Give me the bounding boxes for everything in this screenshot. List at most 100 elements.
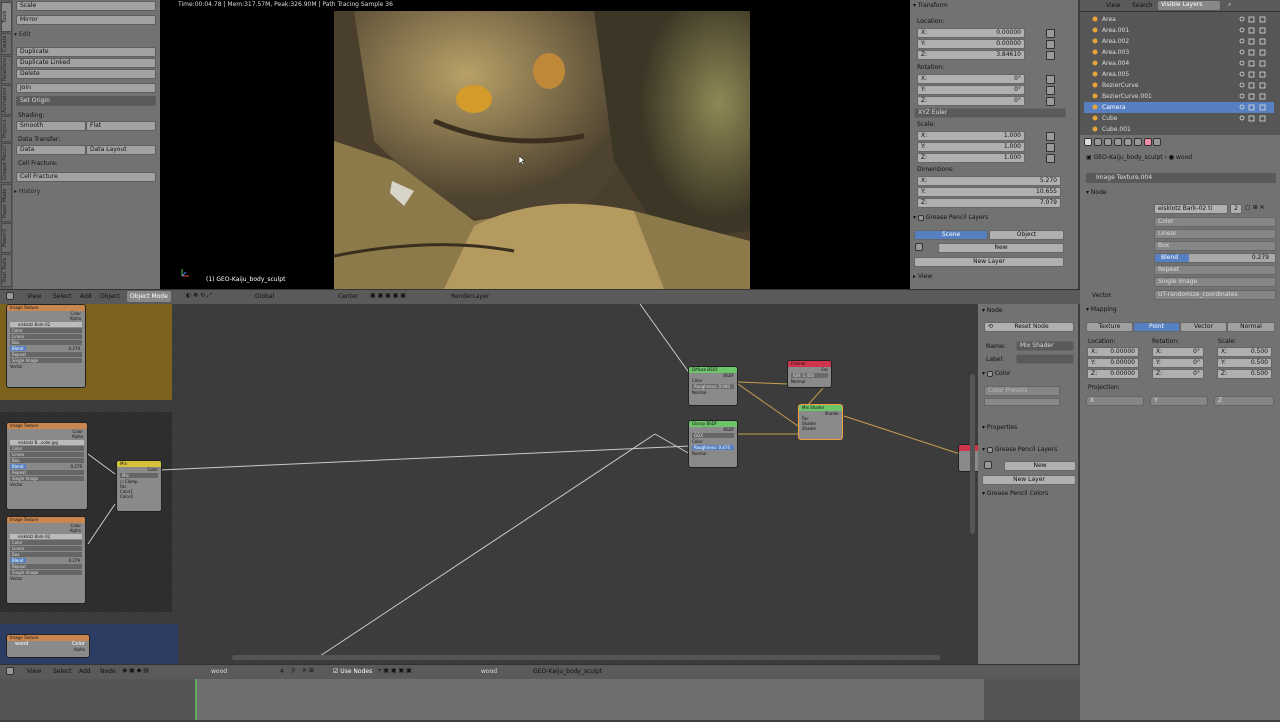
node-image-field[interactable]: eisklotz Bark-02 (10, 534, 82, 539)
node-colorspace[interactable]: Color (10, 540, 82, 545)
dimension-y-field[interactable]: Y: 10.655 (917, 187, 1061, 197)
duplicate-button[interactable]: Duplicate (16, 47, 156, 57)
scale-x-field[interactable]: X: 1.000 (917, 131, 1025, 141)
data-button[interactable]: Data (16, 145, 86, 155)
node-section-header[interactable]: ▾ Node (982, 306, 1076, 316)
node-projection[interactable]: Box (10, 458, 84, 463)
node-repeat[interactable]: Repeat (10, 470, 84, 475)
source-dropdown[interactable]: Single Image (1154, 277, 1276, 287)
material-selector[interactable]: wood (208, 666, 272, 677)
unlink-icon[interactable]: ✕ ⊞ (302, 667, 314, 674)
lock-icon[interactable] (1046, 75, 1055, 84)
mode-dropdown[interactable]: Object Mode (127, 291, 171, 302)
projection-y-dropdown[interactable]: Y (1150, 396, 1208, 406)
texture-tab-icon[interactable] (1153, 138, 1162, 146)
search-icon[interactable]: ⌕ (1228, 1, 1231, 9)
mapping-tab-vector[interactable]: Vector (1180, 322, 1227, 332)
dimension-z-field[interactable]: Z: 7.079 (917, 198, 1061, 208)
node-repeat[interactable]: Repeat (10, 564, 82, 569)
vertical-scrollbar[interactable] (970, 374, 975, 534)
pivot-dropdown[interactable]: Center (335, 291, 361, 302)
material-output-node[interactable] (958, 444, 978, 472)
horizontal-scrollbar[interactable] (232, 655, 940, 660)
location-y-field[interactable]: Y: 0.00000 (917, 39, 1025, 49)
edit-panel-header[interactable]: ▾ Edit (14, 30, 158, 40)
shader-type-icons[interactable]: ◉ ▣ ◆ ▤ (122, 667, 149, 674)
image-texture-node[interactable]: Image Texture wood Color Alpha (6, 634, 90, 658)
node-repeat[interactable]: Repeat (10, 352, 82, 357)
scale-button[interactable]: Scale (16, 1, 156, 11)
tab-powers[interactable]: PowerS (1, 223, 12, 253)
world-tab-icon[interactable] (1103, 138, 1112, 146)
editor-type-icon[interactable] (6, 667, 14, 675)
select-menu[interactable]: Select (50, 291, 75, 302)
color-section-header[interactable]: ▾ Color (982, 370, 1011, 377)
fresnel-node[interactable]: Fresnel Fac IOR: 1.450 Normal (787, 360, 832, 388)
node-grease-new-button[interactable]: New (1004, 461, 1076, 471)
add-menu[interactable]: Add (77, 291, 95, 302)
tab-create[interactable]: Create (1, 33, 12, 55)
node-select-menu[interactable]: Select (50, 666, 75, 677)
map-scale-x[interactable]: X: 0.500 (1217, 347, 1272, 357)
mirror-button[interactable]: Mirror (16, 15, 156, 25)
timeline[interactable] (0, 679, 1080, 720)
location-x-field[interactable]: X: 0.00000 (917, 28, 1025, 38)
display-mode-dropdown[interactable]: Visible Layers (1158, 1, 1220, 10)
pencil-icon[interactable] (915, 243, 935, 253)
node-interp[interactable]: Linear (10, 546, 82, 551)
snap-icons[interactable]: ⌖ ▣ ▣ ▣ ▣ (378, 667, 412, 675)
lock-icon[interactable] (1046, 51, 1055, 60)
node-source[interactable]: Single Image (10, 476, 84, 481)
color-space-dropdown[interactable]: Color (1154, 217, 1276, 227)
cell-fracture-button[interactable]: Cell Fracture (16, 172, 156, 182)
data-tab-icon[interactable] (1133, 138, 1142, 146)
node-blend-slider[interactable]: Blend 0.279 (10, 346, 82, 351)
blend-slider[interactable]: Blend 0.279 (1154, 253, 1276, 263)
fake-user-toggle[interactable]: F (289, 666, 298, 677)
node-blend-slider[interactable]: Blend 0.279 (10, 464, 84, 469)
image-texture-node[interactable]: Image Texture Color Alpha eisklotz Bark-… (6, 516, 86, 604)
join-button[interactable]: Join (16, 83, 156, 93)
map-location-y[interactable]: Y: 0.00000 (1087, 358, 1139, 368)
rotation-mode-dropdown[interactable]: XYZ Euler (914, 108, 1066, 118)
node-distribution[interactable]: GGX (692, 433, 734, 438)
backdrop-material-selector[interactable]: wood (478, 666, 528, 677)
delete-button[interactable]: Delete (16, 69, 156, 79)
checkbox-icon[interactable] (917, 214, 924, 221)
new-grease-button[interactable]: New (938, 243, 1064, 253)
mapping-tab-normal[interactable]: Normal (1227, 322, 1275, 332)
scale-z-field[interactable]: Z: 1.000 (917, 153, 1025, 163)
rotation-y-field[interactable]: Y: 0° (917, 85, 1025, 95)
modifier-tab-icon[interactable] (1123, 138, 1132, 146)
node-ior-field[interactable]: IOR: 1.450 (791, 373, 828, 378)
map-scale-z[interactable]: Z: 0.500 (1217, 369, 1272, 379)
outliner-search-menu[interactable]: Search (1132, 2, 1153, 9)
map-rotation-z[interactable]: Z: 0° (1152, 369, 1204, 379)
location-z-field[interactable]: Z: 3.84610 (917, 50, 1025, 60)
image-users-count[interactable]: 2 (1230, 204, 1242, 214)
orientation-dropdown[interactable]: Global (252, 291, 277, 302)
mapping-tab-texture[interactable]: Texture (1086, 322, 1133, 332)
view-panel-header[interactable]: ▸ View (913, 272, 1075, 282)
outliner-view-menu[interactable]: View (1106, 2, 1120, 9)
map-scale-y[interactable]: Y: 0.500 (1217, 358, 1272, 368)
checkbox-icon[interactable] (986, 370, 993, 377)
node-interp[interactable]: Linear (10, 334, 82, 339)
tab-animation[interactable]: Animation (1, 85, 12, 115)
properties-section-header[interactable]: ▾ Properties (982, 424, 1017, 431)
image-name-field[interactable]: eisklotz Bark-02 ti (1154, 204, 1228, 214)
pencil-icon[interactable] (984, 461, 1002, 471)
tab-grease-pencil[interactable]: Grease Pencil (1, 143, 12, 183)
use-nodes-toggle[interactable]: ☑ Use Nodes (330, 666, 375, 677)
lock-icon[interactable] (1046, 86, 1055, 95)
dimension-x-field[interactable]: X: 5.270 (917, 176, 1061, 186)
node-source[interactable]: Single Image (10, 358, 82, 363)
projection-dropdown[interactable]: Box (1154, 241, 1276, 251)
mix-shader-node[interactable]: Mix Shader Shader Fac Shader Shader (798, 404, 843, 440)
glossy-bsdf-node[interactable]: Glossy BSDF BSDF GGX Color Roughness: 0.… (688, 420, 738, 468)
node-projection[interactable]: Box (10, 340, 82, 345)
render-tab-icon[interactable] (1084, 138, 1092, 146)
mapping-tab-point[interactable]: Point (1133, 322, 1180, 332)
render-preview[interactable] (334, 11, 750, 289)
node-new-layer-button[interactable]: New Layer (982, 475, 1076, 485)
